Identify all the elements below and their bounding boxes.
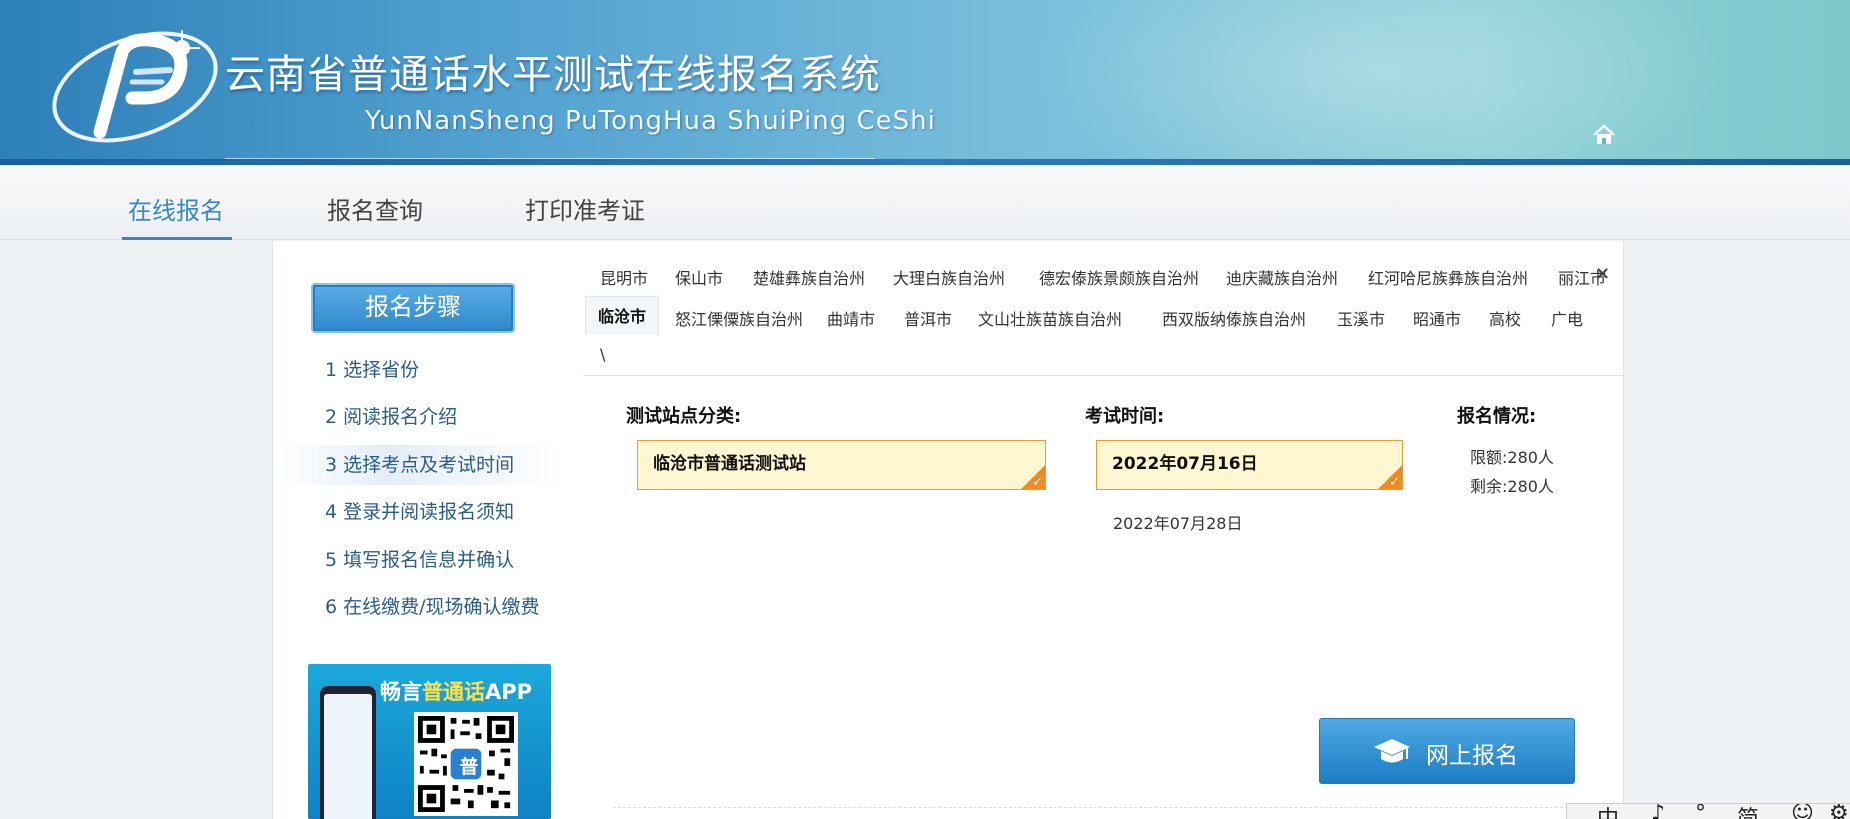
system-subtitle: YunNanSheng PuTongHua ShuiPing CeShi (365, 106, 936, 136)
ime-chinese-toggle[interactable]: 中 (1597, 804, 1619, 819)
exam-time-label: 考试时间: (1085, 406, 1165, 427)
station-option-selected[interactable]: 临沧市普通话测试站 ✓ (637, 440, 1046, 490)
ime-simplified-toggle[interactable]: 简 (1737, 804, 1759, 819)
steps-title: 报名步骤 (311, 283, 515, 333)
city-tab[interactable]: 大理白族自治州 (893, 265, 1005, 289)
city-tab-active[interactable]: 临沧市 (585, 296, 660, 335)
ime-toolbar[interactable]: 中 ♪ ° 简 ☺ ⚙ (1566, 803, 1850, 819)
dashed-divider (613, 807, 1603, 808)
nav-online-register[interactable]: 在线报名 (128, 191, 224, 226)
graduation-cap-icon (1374, 739, 1410, 763)
online-register-button[interactable]: 网上报名 (1319, 718, 1575, 784)
city-tab[interactable]: 玉溪市 (1337, 306, 1385, 330)
city-tab[interactable]: \ (600, 345, 605, 364)
settings-icon[interactable]: ⚙ (1829, 804, 1849, 819)
check-icon: ✓ (1020, 464, 1045, 489)
city-tab[interactable]: 高校 (1489, 306, 1521, 330)
qr-center-label: 普 (459, 756, 479, 778)
header-banner: 云南省普通话水平测试在线报名系统 YunNanSheng PuTongHua S… (0, 0, 1850, 165)
main-panel: 报名步骤 1 选择省份 2 阅读报名介绍 3 选择考点及考试时间 4 登录并阅读… (272, 241, 1625, 819)
banner-glow (1030, 0, 1730, 165)
step-5: 5 填写报名信息并确认 (325, 549, 515, 571)
ime-degree-icon[interactable]: ° (1695, 804, 1706, 819)
city-tab[interactable]: 西双版纳傣族自治州 (1162, 306, 1306, 330)
ime-punct-icon[interactable]: ♪ (1651, 804, 1665, 819)
city-tab[interactable]: 保山市 (675, 265, 723, 289)
top-nav: 在线报名 报名查询 打印准考证 (0, 165, 1850, 240)
city-tab[interactable]: 楚雄彝族自治州 (753, 265, 865, 289)
exam-time-option[interactable]: 2022年07月28日 (1113, 510, 1242, 534)
app-ad-banner[interactable]: 畅言普通话APP 普 (308, 664, 551, 819)
step-6: 6 在线缴费/现场确认缴费 (325, 596, 540, 618)
status-label: 报名情况: (1457, 406, 1537, 427)
city-tab[interactable]: 怒江傈僳族自治州 (675, 306, 803, 330)
steps-sidebar: 报名步骤 1 选择省份 2 阅读报名介绍 3 选择考点及考试时间 4 登录并阅读… (273, 241, 583, 819)
step-2: 2 阅读报名介绍 (325, 406, 458, 428)
step-1: 1 选择省份 (325, 359, 420, 381)
remaining-text: 剩余:280人 (1470, 477, 1554, 496)
close-icon[interactable]: × (1595, 263, 1610, 284)
city-tabs: 昆明市 保山市 楚雄彝族自治州 大理白族自治州 德宏傣族景颇族自治州 迪庆藏族自… (583, 241, 1625, 376)
quota-text: 限额:280人 (1470, 448, 1554, 467)
home-icon[interactable] (1592, 124, 1616, 146)
city-tab[interactable]: 文山壮族苗族自治州 (978, 306, 1122, 330)
app-ad-text: 畅言普通话APP (380, 680, 533, 704)
city-tab[interactable]: 德宏傣族景颇族自治州 (1039, 265, 1199, 289)
emoji-icon[interactable]: ☺ (1791, 804, 1814, 819)
city-tab[interactable]: 昭通市 (1413, 306, 1461, 330)
city-tab[interactable]: 广电 (1551, 306, 1583, 330)
system-title: 云南省普通话水平测试在线报名系统 (225, 52, 881, 98)
nav-register-query[interactable]: 报名查询 (327, 191, 423, 226)
check-icon: ✓ (1377, 464, 1402, 489)
city-tab[interactable]: 迪庆藏族自治州 (1226, 265, 1338, 289)
city-tab[interactable]: 红河哈尼族彝族自治州 (1368, 265, 1528, 289)
station-label: 测试站点分类: (626, 406, 742, 427)
exam-time-option-selected[interactable]: 2022年07月16日 ✓ (1096, 440, 1403, 490)
city-tab[interactable]: 昆明市 (600, 265, 648, 289)
logo-icon (52, 30, 218, 143)
title-divider (225, 158, 875, 159)
city-tab[interactable]: 普洱市 (904, 306, 952, 330)
step-4: 4 登录并阅读报名须知 (325, 501, 515, 523)
city-tab[interactable]: 曲靖市 (827, 306, 875, 330)
online-register-label: 网上报名 (1426, 743, 1518, 769)
nav-print-ticket[interactable]: 打印准考证 (525, 191, 645, 226)
step-3: 3 选择考点及考试时间 (273, 445, 563, 485)
nav-active-underline (122, 237, 232, 240)
phone-icon (320, 686, 376, 819)
